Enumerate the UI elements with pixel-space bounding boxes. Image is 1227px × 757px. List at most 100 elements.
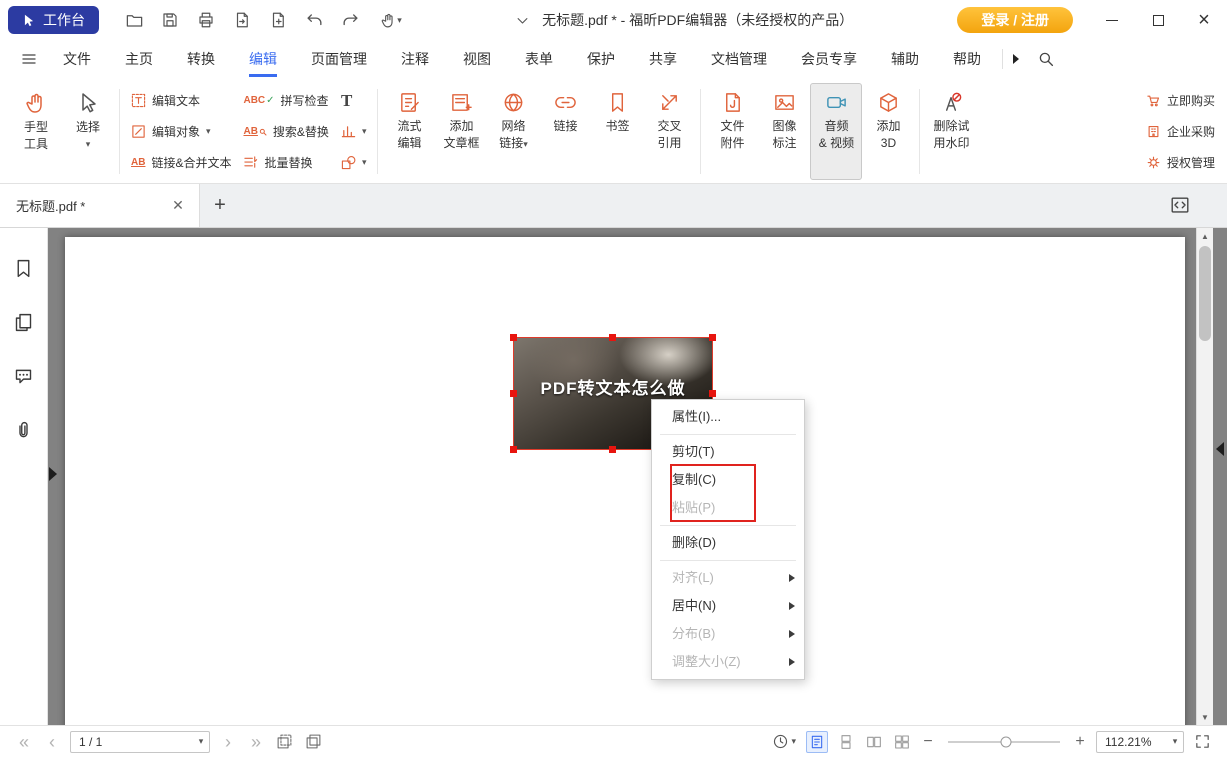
page-panel-toggle-icon[interactable] [1169, 194, 1191, 216]
context-menu-item-copy[interactable]: 复制(C) [652, 466, 804, 494]
scrollbar-thumb[interactable] [1199, 246, 1211, 341]
close-button[interactable]: × [1181, 0, 1227, 40]
select-tool-button[interactable]: 选择 ▾ [62, 83, 114, 180]
first-page-button[interactable]: « [14, 733, 34, 751]
continuous-view-icon[interactable] [836, 732, 856, 752]
buy-now-button[interactable]: 立即购买 [1146, 88, 1215, 114]
ribbon-button-cross-reference[interactable]: 交叉引用 [643, 83, 695, 180]
hand-tool-button[interactable]: 手型工具 [10, 83, 62, 180]
shapes-tool-button[interactable]: ▾ [341, 149, 367, 177]
selection-handle[interactable] [510, 334, 517, 341]
ribbon-item-edit-text[interactable]: 编辑文本 [131, 87, 231, 115]
maximize-button[interactable] [1135, 0, 1181, 40]
comments-panel-icon[interactable] [13, 366, 34, 387]
login-register-button[interactable]: 登录 / 注册 [957, 7, 1073, 33]
menu-item-accessibility[interactable]: 辅助 [874, 40, 936, 78]
selection-handle[interactable] [609, 446, 616, 453]
attachments-panel-icon[interactable] [13, 420, 34, 441]
clipboard-icon[interactable] [303, 731, 324, 752]
zoom-slider[interactable] [948, 741, 1060, 743]
ribbon-button-bookmark[interactable]: 书签 [591, 83, 643, 180]
ribbon-button-image-annotation[interactable]: 图像标注 [758, 83, 810, 180]
page-number-combo[interactable]: ▾ [70, 731, 210, 753]
ribbon-item-link-merge-text[interactable]: AB 链接&合并文本 [131, 149, 231, 177]
fullscreen-icon[interactable] [1192, 731, 1213, 752]
enterprise-purchase-button[interactable]: 企业采购 [1146, 119, 1215, 145]
undo-icon[interactable] [299, 6, 329, 34]
pdf-page[interactable]: PDF转文本怎么做 属性(I)... 剪切(T) 复制(C) 粘贴(P) [65, 237, 1185, 725]
tab-close-icon[interactable]: ✕ [167, 195, 189, 217]
ribbon-item-spell-check[interactable]: ABC✓ 拼写检查 [243, 87, 328, 115]
recent-files-chevron-icon[interactable] [515, 13, 530, 28]
export-doc-icon[interactable] [227, 6, 257, 34]
menu-item-protect[interactable]: 保护 [570, 40, 632, 78]
menu-item-view[interactable]: 视图 [446, 40, 508, 78]
menu-overflow-arrow-icon[interactable] [1013, 54, 1019, 64]
selection-handle[interactable] [709, 390, 716, 397]
single-page-view-icon[interactable] [806, 731, 828, 753]
expand-panel-arrow-icon[interactable] [49, 467, 57, 481]
context-menu-item-center[interactable]: 居中(N) [652, 592, 804, 620]
vertical-scrollbar[interactable]: ▲ ▼ [1196, 228, 1213, 725]
facing-view-icon[interactable] [864, 732, 884, 752]
selection-handle[interactable] [609, 334, 616, 341]
scroll-down-icon[interactable]: ▼ [1197, 709, 1213, 725]
context-menu-item-properties[interactable]: 属性(I)... [652, 403, 804, 431]
ribbon-button-file-attachment[interactable]: 文件附件 [706, 83, 758, 180]
menu-item-form[interactable]: 表单 [508, 40, 570, 78]
license-management-button[interactable]: 授权管理 [1146, 150, 1215, 176]
ribbon-button-add-article-box[interactable]: 添加文章框 [435, 83, 487, 180]
last-page-button[interactable]: » [246, 733, 266, 751]
selection-handle[interactable] [510, 446, 517, 453]
selection-handle[interactable] [510, 390, 517, 397]
menu-item-home[interactable]: 主页 [108, 40, 170, 78]
open-file-icon[interactable] [119, 6, 149, 34]
scroll-up-icon[interactable]: ▲ [1197, 228, 1213, 244]
page-number-input[interactable] [71, 735, 193, 749]
hand-tool-dropdown-icon[interactable]: ▾ [371, 6, 411, 34]
ribbon-button-web-link[interactable]: 网络链接▾ [487, 83, 539, 180]
autoscroll-clock-icon[interactable]: ▾ [770, 731, 798, 752]
chart-tool-button[interactable]: ▾ [341, 118, 367, 146]
menu-item-share[interactable]: 共享 [632, 40, 694, 78]
collapse-panel-arrow-icon[interactable] [1216, 442, 1224, 456]
ribbon-item-search-replace[interactable]: AB 搜索&替换 [243, 118, 328, 146]
search-icon[interactable] [1029, 42, 1063, 76]
menu-item-file[interactable]: 文件 [46, 40, 108, 78]
zoom-slider-knob[interactable] [1001, 736, 1012, 747]
pages-panel-icon[interactable] [13, 312, 34, 333]
ribbon-button-audio-video[interactable]: 音频& 视频 [810, 83, 862, 180]
ribbon-item-batch-replace[interactable]: 批量替换 [243, 149, 328, 177]
document-canvas[interactable]: PDF转文本怎么做 属性(I)... 剪切(T) 复制(C) 粘贴(P) [48, 228, 1196, 725]
menu-item-edit[interactable]: 编辑 [232, 40, 294, 78]
zoom-level-combo[interactable]: 112.21% ▾ [1096, 731, 1184, 753]
new-tab-button[interactable]: + [200, 184, 240, 227]
ribbon-item-edit-object[interactable]: 编辑对象 ▾ [131, 118, 231, 146]
context-menu-item-delete[interactable]: 删除(D) [652, 529, 804, 557]
save-icon[interactable] [155, 6, 185, 34]
ribbon-button-link[interactable]: 链接 [539, 83, 591, 180]
menu-item-help[interactable]: 帮助 [936, 40, 998, 78]
workbench-button[interactable]: 工作台 [8, 6, 99, 34]
menu-item-comment[interactable]: 注释 [384, 40, 446, 78]
document-tab[interactable]: 无标题.pdf * ✕ [0, 184, 200, 227]
ribbon-button-flow-edit[interactable]: 流式编辑 [383, 83, 435, 180]
text-tool-button[interactable]: T [341, 87, 367, 115]
menu-item-convert[interactable]: 转换 [170, 40, 232, 78]
ribbon-button-add-3d[interactable]: 添加3D [862, 83, 914, 180]
context-menu-item-cut[interactable]: 剪切(T) [652, 438, 804, 466]
bookmarks-panel-icon[interactable] [13, 258, 34, 279]
zoom-out-button[interactable]: − [920, 734, 936, 750]
redo-icon[interactable] [335, 6, 365, 34]
scrollbar-track[interactable] [1197, 244, 1213, 709]
hamburger-menu-icon[interactable] [12, 40, 46, 78]
prev-page-button[interactable]: ‹ [42, 733, 62, 751]
next-page-button[interactable]: › [218, 733, 238, 751]
snapshot-icon[interactable] [274, 731, 295, 752]
minimize-button[interactable] [1089, 0, 1135, 40]
menu-item-page-management[interactable]: 页面管理 [294, 40, 384, 78]
menu-item-document-management[interactable]: 文档管理 [694, 40, 784, 78]
menu-item-member-exclusive[interactable]: 会员专享 [784, 40, 874, 78]
new-doc-icon[interactable] [263, 6, 293, 34]
selection-handle[interactable] [709, 334, 716, 341]
